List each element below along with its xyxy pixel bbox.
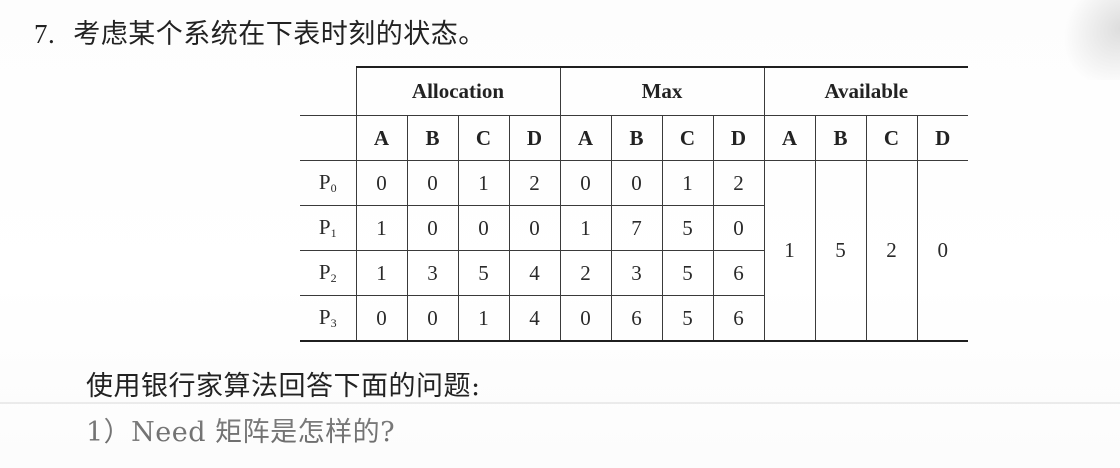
max-cell: 0 bbox=[559, 295, 612, 342]
process-name: P bbox=[318, 215, 331, 239]
available-cell-a: 1 bbox=[763, 160, 816, 342]
max-cell: 1 bbox=[661, 160, 714, 206]
allocation-cell: 1 bbox=[457, 160, 510, 206]
max-cell: 5 bbox=[661, 250, 714, 296]
max-cell: 6 bbox=[712, 295, 765, 342]
column-header: C bbox=[661, 115, 714, 161]
table-corner-cell bbox=[300, 67, 357, 116]
process-name: P bbox=[318, 170, 331, 194]
process-name: P bbox=[318, 305, 331, 329]
process-label-cell: P3 bbox=[300, 295, 357, 342]
max-cell: 6 bbox=[610, 295, 663, 342]
process-index: 2 bbox=[330, 271, 337, 285]
max-cell: 6 bbox=[712, 250, 765, 296]
available-cell-b: 5 bbox=[814, 160, 867, 342]
question-header: 7. 考虑某个系统在下表时刻的状态。 bbox=[34, 12, 486, 51]
question-number: 7. bbox=[34, 19, 56, 49]
column-header: D bbox=[712, 115, 765, 161]
available-group-header: Available bbox=[763, 66, 968, 116]
max-cell: 7 bbox=[610, 205, 663, 251]
resource-allocation-table: Allocation Max Available A B C D A B C D… bbox=[300, 66, 968, 342]
max-cell: 0 bbox=[559, 160, 612, 206]
scan-artifact-line bbox=[0, 402, 1120, 404]
allocation-cell: 5 bbox=[457, 250, 510, 296]
allocation-cell: 1 bbox=[355, 250, 408, 296]
process-label-cell: P0 bbox=[300, 160, 357, 206]
allocation-cell: 0 bbox=[406, 295, 459, 342]
column-header: A bbox=[355, 115, 408, 161]
subquestion-text: 1）Need 矩阵是怎样的? bbox=[86, 417, 396, 448]
max-group-header: Max bbox=[559, 66, 765, 116]
process-index: 1 bbox=[330, 226, 337, 240]
process-index: 3 bbox=[330, 316, 337, 330]
allocation-cell: 1 bbox=[457, 295, 510, 342]
column-header: C bbox=[457, 115, 510, 161]
max-cell: 0 bbox=[610, 160, 663, 206]
allocation-cell: 0 bbox=[406, 160, 459, 206]
column-header: B bbox=[406, 115, 459, 161]
document-page: 7. 考虑某个系统在下表时刻的状态。 Allocation Max Availab… bbox=[0, 0, 1120, 468]
allocation-cell: 0 bbox=[457, 205, 510, 251]
column-header: C bbox=[865, 115, 918, 161]
column-header: A bbox=[763, 115, 816, 161]
max-cell: 5 bbox=[661, 205, 714, 251]
allocation-cell: 2 bbox=[508, 160, 561, 206]
question-text: 考虑某个系统在下表时刻的状态。 bbox=[73, 19, 486, 50]
column-header: A bbox=[559, 115, 612, 161]
allocation-cell: 1 bbox=[355, 205, 408, 251]
max-cell: 1 bbox=[559, 205, 612, 251]
allocation-cell: 0 bbox=[355, 295, 408, 342]
max-cell: 3 bbox=[610, 250, 663, 296]
column-header: B bbox=[814, 115, 867, 161]
column-header: B bbox=[610, 115, 663, 161]
process-index: 0 bbox=[330, 181, 337, 195]
process-name: P bbox=[318, 260, 331, 284]
allocation-cell: 4 bbox=[508, 250, 561, 296]
table-corner-cell-2 bbox=[300, 115, 357, 161]
table-letter-header-row: A B C D A B C D A B C D bbox=[300, 115, 968, 161]
process-label-cell: P1 bbox=[300, 205, 357, 251]
allocation-cell: 0 bbox=[355, 160, 408, 206]
column-header: D bbox=[916, 115, 968, 161]
available-cell-d: 0 bbox=[916, 160, 968, 342]
max-cell: 2 bbox=[712, 160, 765, 206]
max-cell: 5 bbox=[661, 295, 714, 342]
table-row-p0: P0 0 0 1 2 0 0 1 2 1 5 2 0 bbox=[300, 160, 968, 342]
allocation-cell: 0 bbox=[406, 205, 459, 251]
max-cell: 0 bbox=[712, 205, 765, 251]
available-cell-c: 2 bbox=[865, 160, 918, 342]
allocation-cell: 3 bbox=[406, 250, 459, 296]
table-group-header-row: Allocation Max Available bbox=[300, 66, 968, 116]
instruction-text: 使用银行家算法回答下面的问题: bbox=[86, 371, 481, 402]
allocation-cell: 0 bbox=[508, 205, 561, 251]
column-header: D bbox=[508, 115, 561, 161]
allocation-cell: 4 bbox=[508, 295, 561, 342]
allocation-group-header: Allocation bbox=[355, 66, 561, 116]
max-cell: 2 bbox=[559, 250, 612, 296]
process-label-cell: P2 bbox=[300, 250, 357, 296]
page-corner-shadow bbox=[1040, 0, 1120, 80]
